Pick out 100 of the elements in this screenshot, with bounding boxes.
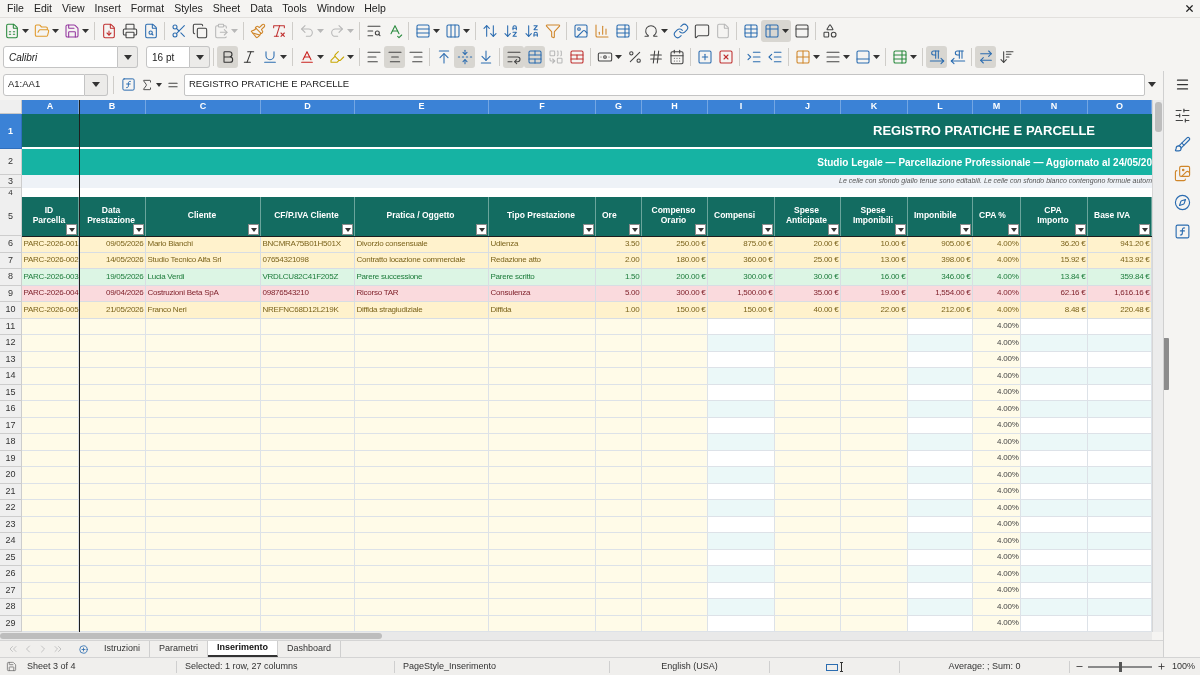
menu-item[interactable]: Format [125,3,170,14]
font-name-field[interactable]: Calibri [3,46,118,68]
bold-button[interactable] [217,46,238,68]
menu-item[interactable]: File [2,3,29,14]
menu-item[interactable]: View [57,3,90,14]
menu-item[interactable]: Styles [169,3,208,14]
row-header[interactable]: 8 [0,269,22,286]
filter-dropdown-button[interactable] [695,224,706,235]
column-header[interactable]: D [261,100,355,114]
menu-item[interactable]: Edit [28,3,57,14]
formula-input-field[interactable]: REGISTRO PRATICHE E PARCELLE [184,73,1145,96]
filter-dropdown-button[interactable] [960,224,971,235]
row-header[interactable]: 22 [0,500,22,517]
filter-dropdown-button[interactable] [762,224,773,235]
menu-item[interactable]: Help [359,3,391,14]
name-box-dropdown-button[interactable] [85,73,108,96]
row-header[interactable]: 24 [0,533,22,550]
table-cell [708,368,775,385]
row-header[interactable]: 14 [0,368,22,385]
table-cell [596,401,642,418]
column-header[interactable]: M [973,100,1021,114]
column-header[interactable]: N [1021,100,1088,114]
plus-circle-icon [78,644,88,654]
caret-icon [344,227,351,232]
row-header[interactable]: 2 [0,149,22,175]
vertical-scrollbar[interactable] [1152,100,1163,632]
row-header[interactable]: 6 [0,236,22,253]
sidebar-collapse-handle[interactable] [1164,338,1169,390]
align-middle-button[interactable] [454,46,475,68]
row-header[interactable]: 1 [0,114,22,149]
table-cell [1088,500,1152,517]
filter-dropdown-button[interactable] [248,224,259,235]
column-heading: CF/P.IVA Cliente [274,209,339,220]
column-header[interactable]: I [708,100,775,114]
column-header[interactable]: E [355,100,489,114]
filter-dropdown-button[interactable] [1139,224,1150,235]
zoom-in-button[interactable] [1156,662,1166,671]
row-header[interactable]: 3 [0,175,22,188]
column-heading: Data Prestazione [87,204,135,225]
filter-icon [544,22,561,39]
table-cell [79,434,146,451]
row-header[interactable]: 10 [0,302,22,319]
font-size-field[interactable]: 16 pt [146,46,190,68]
menu-item[interactable]: Insert [89,3,126,14]
highlighter-icon [328,49,345,65]
column-header[interactable]: J [775,100,841,114]
language: English (USA) [661,659,718,673]
column-header[interactable]: C [146,100,261,114]
font-name-dropdown-button[interactable] [118,46,138,68]
column-header[interactable]: L [908,100,973,114]
row-header[interactable]: 26 [0,566,22,583]
text-ltr-button[interactable] [975,46,996,68]
filter-dropdown-button[interactable] [476,224,487,235]
scrollbar-thumb[interactable] [1154,102,1162,132]
font-size-dropdown-button[interactable] [190,46,210,68]
caret-icon [279,55,287,59]
filter-dropdown-button[interactable] [583,224,594,235]
menu-item[interactable]: Data [245,3,278,14]
omega-icon [642,22,659,39]
zoom-slider-thumb[interactable] [1118,661,1122,672]
row-header[interactable]: 4 [0,188,22,197]
filter-dropdown-button[interactable] [828,224,839,235]
menu-item[interactable]: Window [311,3,360,14]
row-header[interactable]: 5 [0,197,22,236]
filter-dropdown-button[interactable] [1075,224,1086,235]
column-header[interactable]: F [489,100,596,114]
plus-icon [696,49,713,65]
caret-icon [962,227,969,232]
row-header[interactable]: 12 [0,335,22,352]
sheet-tab[interactable]: Inserimento [208,641,279,657]
horizontal-scrollbar[interactable] [0,632,1152,640]
table-cell [1088,533,1152,550]
filter-dropdown-button[interactable] [1008,224,1019,235]
freeze-button[interactable] [761,19,791,42]
row-header[interactable]: 16 [0,401,22,418]
align-left-icon [365,49,382,65]
row-header[interactable]: 28 [0,599,22,616]
column-header[interactable]: K [841,100,908,114]
merge-center-button[interactable] [524,46,545,68]
table-cell: 150.00 € [642,302,708,319]
menu-item[interactable]: Tools [277,3,312,14]
row-header[interactable]: 20 [0,467,22,484]
filter-dropdown-button[interactable] [66,224,77,235]
ltr-button[interactable] [926,46,947,68]
column-header[interactable]: B [79,100,146,114]
column-header[interactable]: O [1088,100,1152,114]
column-header[interactable]: H [642,100,708,114]
filter-dropdown-button[interactable] [133,224,144,235]
filter-dropdown-button[interactable] [895,224,906,235]
filter-dropdown-button[interactable] [342,224,353,235]
row-header[interactable]: 18 [0,434,22,451]
name-box-field[interactable]: A1:AA1 [3,73,85,96]
scrollbar-thumb[interactable] [0,633,382,639]
wrap-button[interactable] [503,46,524,68]
column-header[interactable]: A [22,100,79,114]
align-center-button[interactable] [384,46,405,68]
menu-item[interactable]: Sheet [207,3,246,14]
filter-dropdown-button[interactable] [629,224,640,235]
column-header[interactable]: G [596,100,642,114]
table-cell [79,368,146,385]
